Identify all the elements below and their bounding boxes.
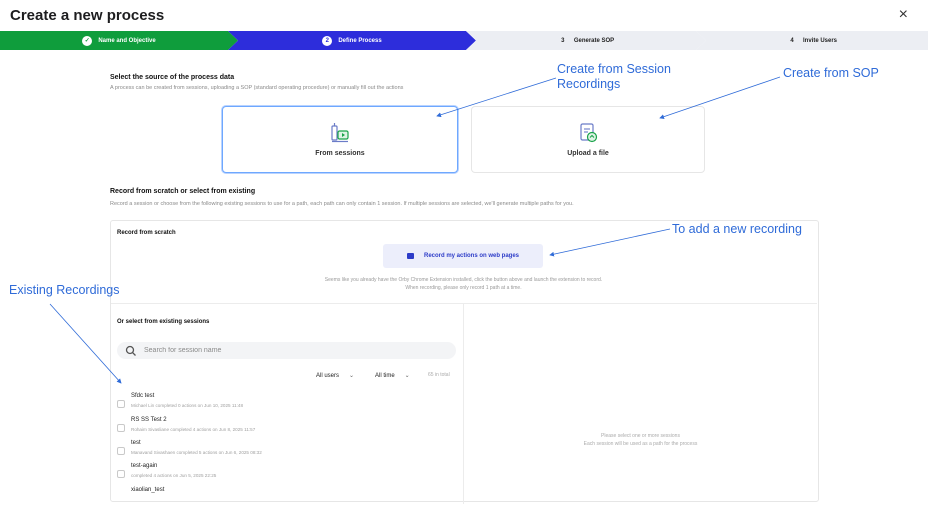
session-checkbox[interactable] (117, 470, 125, 478)
step-label: Invite Users (802, 37, 838, 44)
record-section-desc: Record a session or choose from the foll… (110, 201, 574, 207)
step-label: Name and Objective (98, 37, 156, 44)
session-detail: Rohaim Sivasliane completed 4 actions on… (131, 427, 256, 432)
close-icon[interactable]: × (899, 6, 908, 24)
stepper: ✓ Name and Objective 2 Define Process 3 … (0, 31, 928, 50)
step-number: 2 (322, 35, 333, 46)
list-item[interactable]: test Manavand Sivashaen completed 5 acti… (117, 440, 437, 462)
upload-file-icon (580, 123, 598, 143)
source-section-desc: A process can be created from sessions, … (110, 85, 404, 91)
time-filter[interactable]: All time ⌄ (375, 372, 410, 380)
search-icon (125, 345, 136, 356)
empty-state-line1: Please select one or more sessions (601, 433, 680, 439)
session-search[interactable] (117, 342, 456, 359)
step-generate-sop[interactable]: 3 Generate SOP (466, 31, 706, 50)
session-detail: Manavand Sivashaen completed 5 actions o… (131, 450, 262, 455)
empty-state-line2: Each session will be used as a path for … (583, 441, 698, 447)
step-name-and-objective[interactable]: ✓ Name and Objective (0, 31, 238, 50)
list-item[interactable]: test-again completed 4 actions on Jun 5,… (117, 463, 437, 485)
chevron-down-icon: ⌄ (404, 373, 410, 379)
session-name: RS SS Test 2 (131, 417, 167, 423)
record-button-label: Record my actions on web pages (423, 253, 520, 259)
step-invite-users[interactable]: 4 Invite Users (696, 31, 928, 50)
list-item[interactable]: xiaolian_test (117, 487, 437, 509)
step-number: 3 (561, 37, 565, 44)
from-sessions-label: From sessions (315, 150, 365, 157)
record-note-line2: When recording, please only record 1 pat… (405, 285, 522, 291)
session-detail: Michael Lin completed 0 actions on Jun 1… (131, 403, 244, 408)
search-input[interactable] (142, 346, 446, 355)
users-filter-label: All users (316, 372, 340, 379)
session-name: Sfdc test (131, 393, 155, 399)
list-item[interactable]: RS SS Test 2 Rohaim Sivasliane completed… (117, 417, 437, 439)
chevron-down-icon: ⌄ (349, 373, 355, 379)
step-label: Define Process (338, 37, 382, 44)
divider (111, 303, 817, 304)
upload-file-card[interactable]: Upload a file (471, 106, 705, 173)
session-name: xiaolian_test (131, 487, 165, 493)
annotation-new-recording: To add a new recording (672, 222, 802, 236)
annotation-existing-recordings: Existing Recordings (9, 283, 120, 297)
time-filter-label: All time (375, 372, 395, 379)
session-checkbox[interactable] (117, 400, 125, 408)
record-scratch-title: Record from scratch (117, 230, 176, 236)
session-count: 65 in total (428, 372, 450, 378)
users-filter[interactable]: All users ⌄ (316, 372, 355, 380)
record-actions-button[interactable]: Record my actions on web pages (383, 244, 543, 268)
page-title: Create a new process (10, 7, 165, 24)
record-note-line1: Seems like you already have the Orby Chr… (324, 277, 603, 283)
sessions-icon (331, 123, 349, 143)
step-number: 4 (790, 37, 794, 44)
annotation-session-recordings: Create from Session Recordings (557, 62, 671, 91)
step-label: Generate SOP (573, 37, 615, 44)
session-detail: completed 4 actions on Jun 5, 2025 22:25 (131, 473, 217, 478)
list-item[interactable]: Sfdc test Michael Lin completed 0 action… (117, 393, 437, 415)
existing-sessions-title: Or select from existing sessions (117, 319, 210, 325)
from-sessions-card[interactable]: From sessions (222, 106, 458, 173)
session-checkbox[interactable] (117, 447, 125, 455)
step-define-process[interactable]: 2 Define Process (228, 31, 476, 50)
divider (463, 304, 464, 504)
annotation-sop: Create from SOP (783, 66, 879, 80)
session-name: test-again (131, 463, 158, 469)
source-section-title: Select the source of the process data (110, 74, 235, 81)
check-icon: ✓ (82, 35, 93, 46)
upload-file-label: Upload a file (567, 150, 609, 157)
session-name: test (131, 440, 141, 446)
session-checkbox[interactable] (117, 424, 125, 432)
camera-icon (406, 253, 414, 259)
record-section-title: Record from scratch or select from exist… (110, 188, 256, 195)
